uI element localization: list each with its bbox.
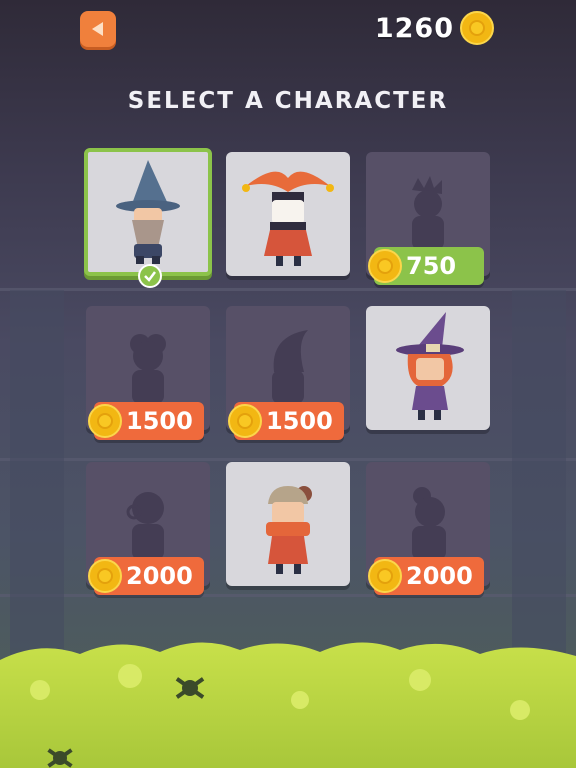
character-card-witch[interactable] bbox=[366, 306, 490, 430]
price-tag[interactable]: 2000 bbox=[368, 557, 484, 595]
page-title: SELECT A CHARACTER bbox=[127, 88, 449, 114]
pillar bbox=[512, 290, 566, 660]
character-card-scarf-kid[interactable] bbox=[226, 462, 350, 586]
monocle-silhouette-icon bbox=[126, 492, 164, 560]
shelf-line bbox=[0, 594, 576, 597]
wizard-character-icon bbox=[116, 160, 180, 264]
back-button[interactable] bbox=[80, 11, 116, 47]
jester-character-icon bbox=[242, 171, 334, 266]
price-tag[interactable]: 750 bbox=[368, 247, 484, 285]
price-value: 1500 bbox=[266, 407, 333, 435]
toxic-fog bbox=[0, 642, 576, 768]
pillar bbox=[10, 290, 64, 660]
hood-silhouette-icon bbox=[272, 330, 308, 404]
price-value: 750 bbox=[406, 252, 457, 280]
curly-silhouette-icon bbox=[130, 334, 166, 404]
price-value: 1500 bbox=[126, 407, 193, 435]
coin-icon bbox=[368, 559, 402, 593]
price-value: 2000 bbox=[406, 562, 473, 590]
scarf-kid-character-icon bbox=[266, 486, 312, 574]
price-tag[interactable]: 1500 bbox=[88, 402, 204, 440]
price-tag[interactable]: 2000 bbox=[88, 557, 204, 595]
coin-icon bbox=[228, 404, 262, 438]
selected-check bbox=[138, 264, 162, 288]
bun-silhouette-icon bbox=[412, 487, 446, 560]
shelf-line bbox=[0, 288, 576, 291]
character-card-jester[interactable] bbox=[226, 152, 350, 276]
coin-balance-value: 1260 bbox=[374, 12, 454, 44]
character-card-wizard[interactable] bbox=[84, 148, 212, 276]
price-tag[interactable]: 1500 bbox=[228, 402, 344, 440]
check-icon bbox=[144, 271, 156, 282]
coin-icon bbox=[368, 249, 402, 283]
coin-icon bbox=[88, 404, 122, 438]
shelf-line bbox=[0, 458, 576, 461]
triangle-left-icon bbox=[92, 22, 103, 36]
witch-character-icon bbox=[396, 312, 464, 420]
coin-balance: 1260 bbox=[375, 9, 494, 47]
coin-icon bbox=[460, 11, 494, 45]
spiky-silhouette-icon bbox=[412, 176, 444, 250]
price-value: 2000 bbox=[126, 562, 193, 590]
coin-icon bbox=[88, 559, 122, 593]
